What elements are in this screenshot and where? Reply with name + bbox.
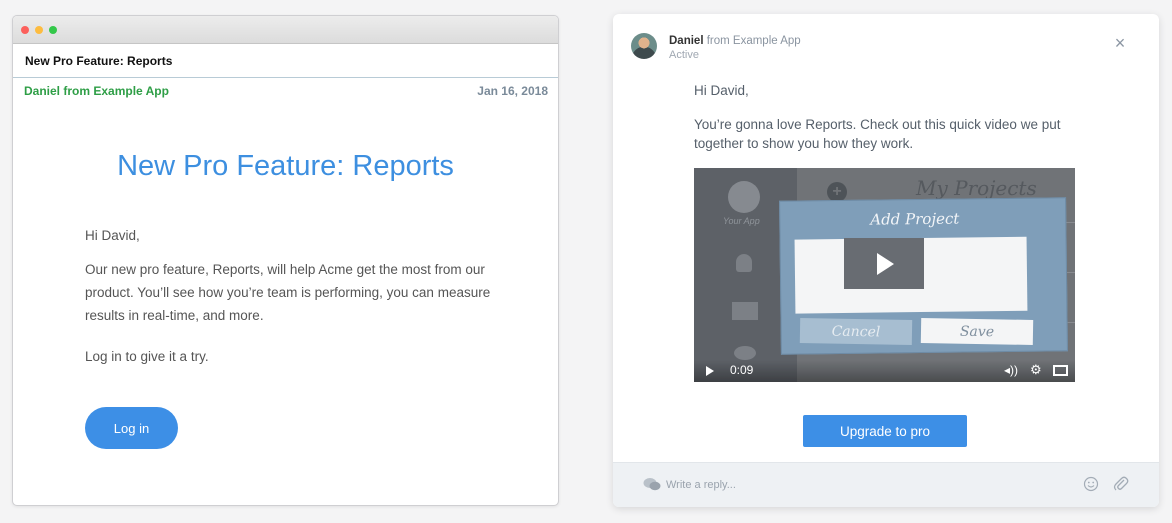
chat-sender-name: Daniel [669, 35, 704, 47]
window-titlebar [13, 16, 558, 44]
settings-icon[interactable]: ⚙ [1030, 362, 1042, 378]
attachment-icon[interactable] [1113, 475, 1129, 493]
minimize-window-dot[interactable] [35, 25, 43, 34]
chat-status: Active [669, 49, 699, 61]
email-sender: Daniel from Example App [24, 84, 169, 98]
email-cta-text: Log in to give it a try. [85, 349, 209, 364]
video-cancel-label: Cancel [799, 318, 913, 345]
play-icon[interactable] [706, 366, 714, 376]
video-controls: 0:09 ◂)) ⚙ [694, 360, 1075, 382]
upgrade-button[interactable]: Upgrade to pro [803, 415, 967, 447]
email-headline: New Pro Feature: Reports [117, 150, 454, 182]
video-app-label: Your App [723, 216, 760, 226]
chat-card: Daniel from Example App Active × Hi Davi… [613, 14, 1159, 507]
reply-bar [613, 462, 1159, 507]
maximize-window-dot[interactable] [49, 25, 57, 34]
chat-message: You’re gonna love Reports. Check out thi… [694, 117, 1061, 151]
close-window-dot[interactable] [21, 25, 29, 34]
chat-header: Daniel from Example App Active [669, 34, 801, 62]
email-greeting: Hi David, [85, 228, 140, 243]
video-heading: My Projects [916, 176, 1037, 200]
play-icon[interactable] [877, 253, 894, 275]
person-icon [736, 254, 752, 272]
close-icon[interactable]: × [1113, 34, 1127, 52]
emoji-icon[interactable] [1083, 476, 1099, 492]
volume-icon[interactable]: ◂)) [1004, 363, 1018, 377]
video-time: 0:09 [730, 363, 754, 377]
email-body: Hi David, Our new pro feature, Reports, … [85, 224, 505, 379]
chat-bubbles-icon [643, 478, 661, 491]
video-app-logo [728, 181, 760, 213]
email-subject: New Pro Feature: Reports [13, 44, 558, 78]
video-modal-title: Add Project [870, 209, 960, 229]
folder-icon [732, 302, 758, 320]
avatar [631, 33, 657, 59]
email-paragraph: Our new pro feature, Reports, will help … [85, 262, 491, 323]
video-player[interactable]: Your App + My Projects Add Project Cance… [694, 168, 1075, 382]
chat-greeting: Hi David, [694, 83, 749, 98]
email-window: New Pro Feature: Reports Daniel from Exa… [12, 15, 559, 506]
video-save-label: Save [920, 318, 1034, 345]
fullscreen-icon[interactable] [1053, 365, 1068, 376]
email-date: Jan 16, 2018 [477, 84, 548, 98]
chat-sender-from: from Example App [706, 35, 801, 47]
login-button[interactable]: Log in [85, 407, 178, 449]
reply-input[interactable] [666, 474, 1066, 496]
email-meta-row: Daniel from Example App Jan 16, 2018 [13, 78, 558, 104]
shape-icon [734, 346, 756, 360]
